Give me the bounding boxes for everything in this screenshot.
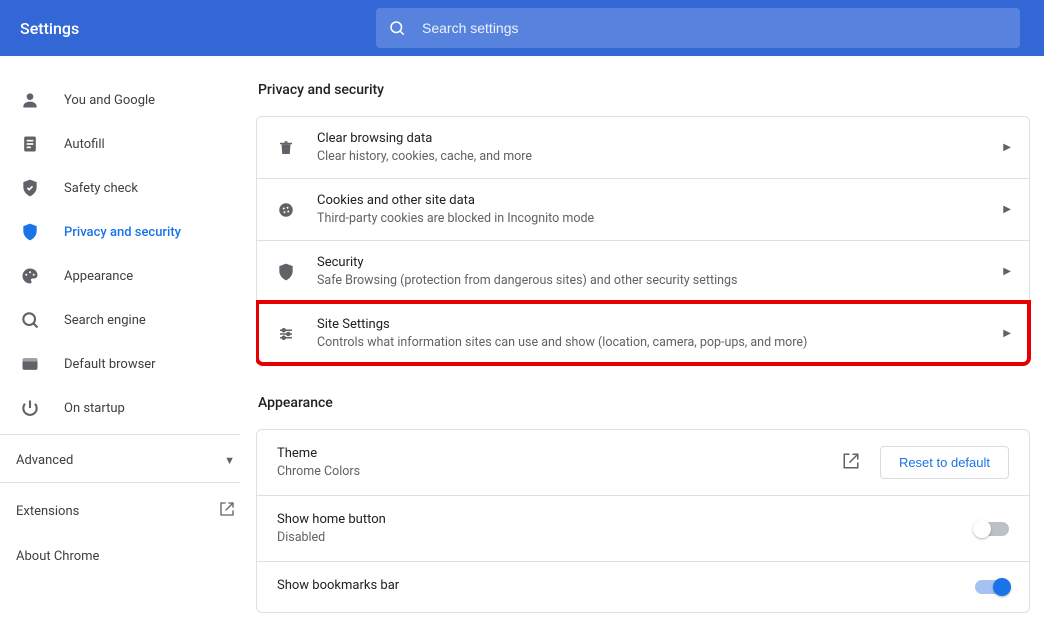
appearance-card: Theme Chrome Colors Reset to default Sho… (256, 429, 1030, 613)
theme-title: Theme (277, 446, 822, 461)
row-subtitle: Safe Browsing (protection from dangerous… (317, 273, 983, 288)
trash-icon (275, 139, 297, 157)
chevron-down-icon: ▼ (224, 454, 235, 467)
sidebar-item-label: Safety check (64, 181, 138, 196)
extensions-link[interactable]: Extensions (0, 487, 255, 535)
privacy-row-cookies-and-other-site-data[interactable]: Cookies and other site data Third-party c… (257, 178, 1029, 240)
browser-icon (20, 354, 40, 374)
bookmarks-bar-title: Show bookmarks bar (277, 578, 955, 593)
row-title: Security (317, 255, 983, 270)
advanced-label: Advanced (16, 453, 73, 468)
home-button-sub: Disabled (277, 530, 955, 545)
tune-icon (275, 325, 297, 343)
divider (0, 482, 240, 483)
palette-icon (20, 266, 40, 286)
sidebar-item-on-startup[interactable]: On startup (0, 386, 255, 430)
extensions-label: Extensions (16, 504, 79, 519)
page-title: Settings (16, 19, 336, 38)
sidebar-item-safety-check[interactable]: Safety check (0, 166, 255, 210)
sidebar: You and Google Autofill Safety check Privac… (0, 56, 256, 622)
sidebar-item-label: Default browser (64, 357, 156, 372)
privacy-row-security[interactable]: Security Safe Browsing (protection from d… (257, 240, 1029, 302)
privacy-section-heading: Privacy and security (258, 82, 1030, 98)
person-icon (20, 90, 40, 110)
sidebar-item-label: Privacy and security (64, 225, 181, 240)
chevron-right-icon: ▶ (1003, 266, 1011, 277)
home-button-title: Show home button (277, 512, 955, 527)
sidebar-item-label: Search engine (64, 313, 146, 328)
main-content: Privacy and security Clear browsing data… (256, 56, 1044, 622)
bookmarks-bar-toggle[interactable] (975, 580, 1009, 594)
advanced-toggle[interactable]: Advanced ▼ (0, 439, 255, 478)
sidebar-item-label: Appearance (64, 269, 133, 284)
sidebar-item-search-engine[interactable]: Search engine (0, 298, 255, 342)
search-icon (388, 19, 406, 37)
row-subtitle: Controls what information sites can use … (317, 335, 983, 350)
about-label: About Chrome (16, 549, 99, 564)
sidebar-item-you-and-google[interactable]: You and Google (0, 78, 255, 122)
shield-icon (275, 262, 297, 282)
about-chrome-link[interactable]: About Chrome (0, 535, 255, 578)
row-subtitle: Third-party cookies are blocked in Incog… (317, 211, 983, 226)
appearance-section-heading: Appearance (258, 395, 1030, 411)
cookie-icon (275, 201, 297, 219)
chevron-right-icon: ▶ (1003, 328, 1011, 339)
search-input[interactable] (422, 20, 1008, 36)
divider (0, 434, 240, 435)
reset-to-default-button[interactable]: Reset to default (880, 446, 1009, 479)
sidebar-item-autofill[interactable]: Autofill (0, 122, 255, 166)
privacy-row-clear-browsing-data[interactable]: Clear browsing data Clear history, cookie… (257, 117, 1029, 178)
privacy-card: Clear browsing data Clear history, cookie… (256, 116, 1030, 365)
row-title: Site Settings (317, 317, 983, 332)
search-icon (20, 310, 40, 330)
open-in-new-icon (842, 452, 860, 474)
home-button-toggle[interactable] (975, 522, 1009, 536)
row-subtitle: Clear history, cookies, cache, and more (317, 149, 983, 164)
theme-sub: Chrome Colors (277, 464, 822, 479)
shield-icon (20, 222, 40, 242)
app-header: Settings (0, 0, 1044, 56)
sidebar-item-label: You and Google (64, 93, 155, 108)
sidebar-item-appearance[interactable]: Appearance (0, 254, 255, 298)
show-home-button-row[interactable]: Show home button Disabled (257, 495, 1029, 561)
row-title: Cookies and other site data (317, 193, 983, 208)
autofill-icon (20, 134, 40, 154)
search-field[interactable] (376, 8, 1020, 48)
sidebar-item-privacy-and-security[interactable]: Privacy and security (0, 210, 255, 254)
sidebar-item-label: On startup (64, 401, 125, 416)
sidebar-item-label: Autofill (64, 137, 105, 152)
power-icon (20, 398, 40, 418)
show-bookmarks-bar-row[interactable]: Show bookmarks bar (257, 561, 1029, 612)
chevron-right-icon: ▶ (1003, 204, 1011, 215)
row-title: Clear browsing data (317, 131, 983, 146)
sidebar-item-default-browser[interactable]: Default browser (0, 342, 255, 386)
theme-row[interactable]: Theme Chrome Colors Reset to default (257, 430, 1029, 495)
shield-check-icon (20, 178, 40, 198)
open-in-new-icon (219, 501, 235, 521)
chevron-right-icon: ▶ (1003, 142, 1011, 153)
privacy-row-site-settings[interactable]: Site Settings Controls what information s… (257, 302, 1029, 364)
